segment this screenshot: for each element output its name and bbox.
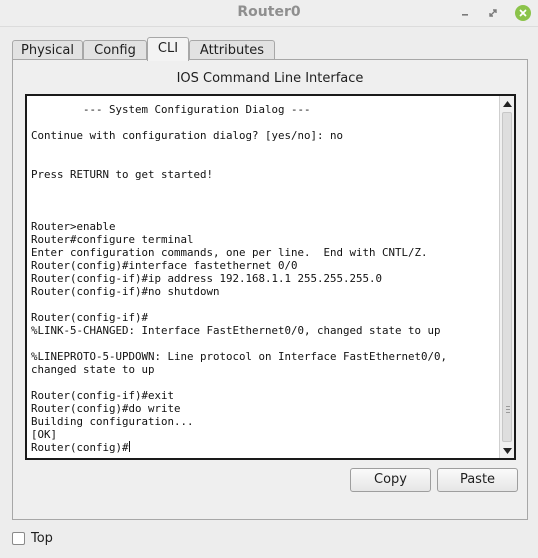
console-scrollbar[interactable]: [499, 96, 514, 458]
footer: Top: [12, 530, 53, 546]
title-bar: Router0: [0, 0, 538, 27]
scroll-up-button[interactable]: [501, 97, 514, 110]
scroll-down-button[interactable]: [501, 444, 514, 457]
tab-physical[interactable]: Physical: [12, 40, 83, 60]
arrow-down-icon: [503, 447, 512, 454]
text-cursor: [128, 441, 130, 452]
close-icon: [515, 5, 531, 21]
copy-button[interactable]: Copy: [350, 468, 431, 492]
top-label: Top: [31, 530, 53, 546]
cli-console[interactable]: --- System Configuration Dialog --- Cont…: [25, 94, 516, 460]
minimize-icon: [462, 14, 468, 16]
top-checkbox[interactable]: [12, 531, 25, 545]
close-button[interactable]: [512, 2, 534, 24]
tab-config[interactable]: Config: [83, 40, 147, 60]
tab-cli[interactable]: CLI: [147, 37, 189, 61]
console-output[interactable]: --- System Configuration Dialog --- Cont…: [31, 103, 499, 454]
cli-panel: IOS Command Line Interface --- System Co…: [12, 59, 528, 520]
maximize-button[interactable]: [482, 2, 504, 24]
paste-button[interactable]: Paste: [437, 468, 518, 492]
cli-heading: IOS Command Line Interface: [176, 71, 364, 86]
arrow-up-icon: [503, 100, 512, 107]
maximize-icon: [489, 9, 497, 17]
minimize-button[interactable]: [454, 2, 476, 24]
scroll-thumb[interactable]: [502, 112, 512, 442]
tab-attributes[interactable]: Attributes: [189, 40, 275, 60]
